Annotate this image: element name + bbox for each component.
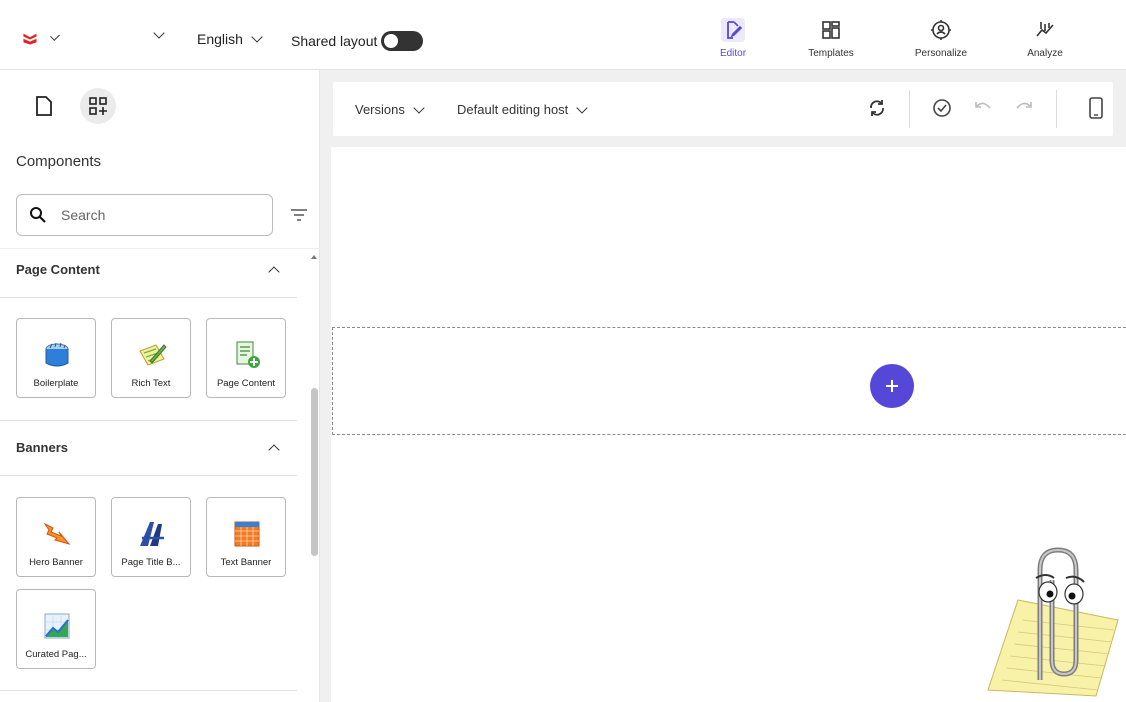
component-text-banner[interactable]: Text Banner (206, 497, 286, 577)
sitecore-logo (23, 33, 37, 45)
nav-personalize-label: Personalize (914, 48, 968, 59)
component-page-title-banner[interactable]: Page Title B... (111, 497, 191, 577)
shared-layout-toggle[interactable] (381, 31, 424, 51)
component-boilerplate[interactable]: Boilerplate (16, 318, 96, 398)
top-bar: English Shared layout Editor Templates P… (0, 0, 1126, 70)
search-field[interactable] (16, 194, 273, 236)
section-label: Page Content (16, 262, 100, 277)
curated-page-icon (44, 613, 70, 639)
chevron-up-icon (268, 444, 280, 456)
panel-mode-switch (26, 88, 116, 124)
nav-editor-label: Editor (719, 48, 747, 59)
page-tree-button[interactable] (26, 88, 62, 124)
components-button[interactable] (80, 88, 116, 124)
divider (0, 420, 297, 421)
components-scrollbar[interactable] (309, 250, 319, 702)
component-label: Page Title B... (121, 557, 181, 568)
versions-label: Versions (355, 102, 405, 117)
language-label: English (197, 31, 243, 47)
versions-dropdown[interactable]: Versions (355, 101, 425, 117)
component-page-content[interactable]: Page Content (206, 318, 286, 398)
divider (0, 690, 297, 691)
editing-host-label: Default editing host (457, 102, 569, 117)
nav-analyze[interactable]: Analyze (1005, 18, 1085, 59)
components-panel: Components Page Content Boilerplate (0, 70, 320, 702)
nav-templates[interactable]: Templates (791, 18, 871, 59)
undo-icon[interactable] (971, 96, 995, 120)
component-hero-banner[interactable]: Hero Banner (16, 497, 96, 577)
section-label: Banners (16, 440, 69, 455)
component-label: Text Banner (220, 557, 272, 568)
nav-analyze-label: Analyze (1027, 48, 1063, 59)
component-label: Rich Text (131, 378, 171, 389)
panel-title: Components (16, 153, 102, 170)
search-input[interactable] (61, 207, 241, 223)
editor-icon (721, 18, 745, 42)
component-rich-text[interactable]: Rich Text (111, 318, 191, 398)
add-component-icon (89, 97, 107, 115)
nav-editor[interactable]: Editor (693, 18, 773, 59)
rich-text-icon (139, 344, 167, 366)
chevron-up-icon (268, 266, 280, 278)
boilerplate-icon (45, 342, 69, 367)
section-banners-header[interactable]: Banners (0, 428, 297, 476)
analyze-icon (1036, 22, 1054, 37)
editing-host-dropdown[interactable]: Default editing host (457, 101, 588, 117)
add-component-button[interactable] (870, 364, 914, 408)
empty-placeholder[interactable] (332, 327, 1126, 435)
nav-personalize[interactable]: Personalize (901, 18, 981, 59)
scrollbar-thumb[interactable] (311, 388, 318, 556)
component-label: Curated Pag... (25, 649, 87, 660)
components-list: Page Content Boilerplate Rich Text Page … (0, 250, 308, 702)
shared-layout-label: Shared layout (291, 33, 378, 49)
clippy-assistant-icon[interactable] (978, 540, 1126, 698)
approve-check-icon[interactable] (930, 96, 954, 120)
toolbar-separator (1056, 90, 1057, 128)
app-switcher[interactable] (22, 26, 60, 50)
personalize-icon (931, 20, 951, 40)
section-page-content-header[interactable]: Page Content (0, 250, 297, 298)
editor-toolbar: Versions Default editing host (333, 82, 1113, 136)
plus-icon (886, 380, 898, 392)
component-label: Page Content (216, 378, 276, 389)
component-label: Hero Banner (29, 557, 83, 568)
text-banner-icon (234, 521, 260, 547)
component-curated-page[interactable]: Curated Pag... (16, 589, 96, 669)
site-dropdown-chevron-icon[interactable] (153, 27, 165, 39)
chevron-down-icon (576, 101, 588, 114)
scroll-up-arrow-icon[interactable] (311, 255, 317, 259)
chevron-down-icon (49, 31, 60, 41)
shared-layout-switch[interactable]: Shared layout (291, 31, 424, 51)
hero-banner-icon (43, 522, 71, 545)
page-icon (36, 96, 52, 116)
toolbar-separator (909, 90, 910, 128)
redo-icon[interactable] (1012, 96, 1036, 120)
page-content-icon (236, 341, 260, 368)
search-icon (30, 207, 46, 223)
device-mobile-icon[interactable] (1084, 96, 1108, 120)
page-title-banner-icon (140, 522, 164, 546)
nav-templates-label: Templates (808, 48, 854, 59)
chevron-down-icon (413, 101, 425, 114)
chevron-down-icon (251, 31, 263, 43)
refresh-icon[interactable] (865, 96, 889, 120)
filter-icon[interactable] (288, 204, 310, 226)
divider (0, 248, 320, 249)
language-dropdown[interactable]: English (197, 31, 263, 47)
component-label: Boilerplate (33, 378, 79, 389)
templates-icon (822, 21, 840, 39)
